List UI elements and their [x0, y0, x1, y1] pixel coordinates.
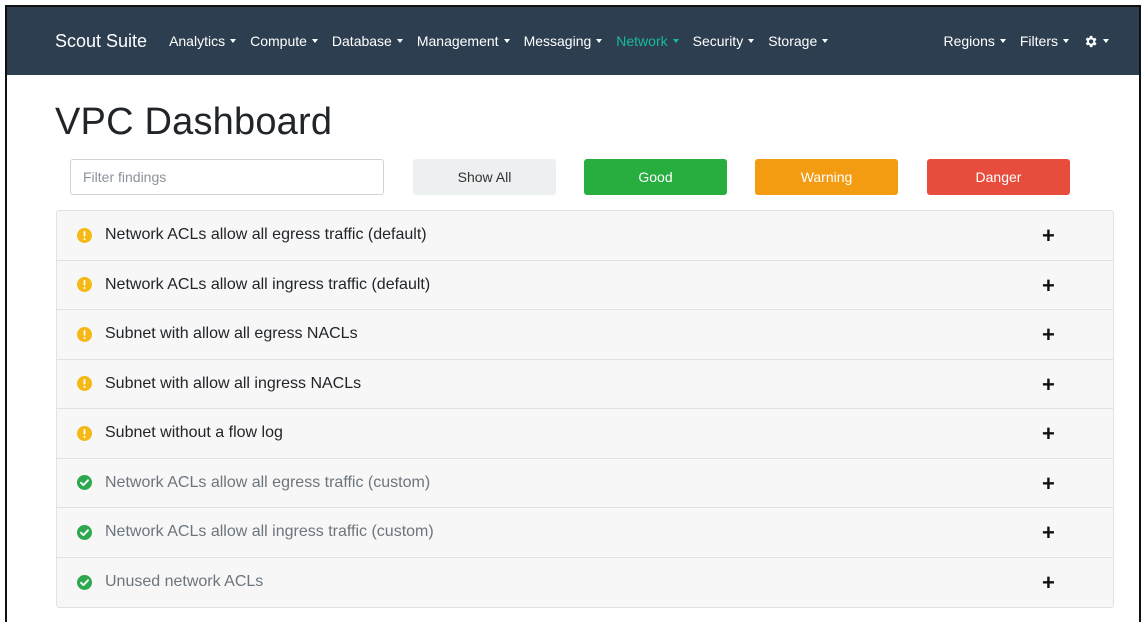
caret-down-icon: [230, 39, 237, 43]
filter-findings-input[interactable]: [70, 159, 384, 195]
expand-plus-icon[interactable]: +: [1042, 472, 1055, 495]
nav-management-label: Management: [416, 33, 499, 49]
finding-row[interactable]: Network ACLs allow all ingress traffic (…: [57, 508, 1113, 558]
finding-label: Subnet without a flow log: [105, 424, 283, 442]
nav-regions[interactable]: Regions: [944, 33, 1006, 49]
caret-down-icon: [503, 39, 510, 43]
nav-analytics-label: Analytics: [169, 33, 226, 49]
finding-label: Network ACLs allow all egress traffic (d…: [105, 226, 427, 244]
app-window: Scout Suite Analytics Compute Database M…: [5, 5, 1141, 622]
gear-icon: [1085, 35, 1097, 47]
finding-label: Network ACLs allow all ingress traffic (…: [105, 275, 431, 293]
check-circle-icon: [77, 574, 92, 590]
caret-down-icon: [822, 39, 829, 43]
finding-label: Network ACLs allow all ingress traffic (…: [105, 523, 434, 541]
check-circle-icon: [77, 475, 92, 491]
expand-plus-icon[interactable]: +: [1042, 225, 1055, 247]
nav-security-label: Security: [692, 33, 744, 49]
nav-compute[interactable]: Compute: [250, 33, 318, 49]
finding-row[interactable]: Subnet without a flow log +: [57, 409, 1113, 459]
nav-messaging[interactable]: Messaging: [524, 33, 603, 49]
nav-security[interactable]: Security: [693, 33, 755, 49]
nav-management[interactable]: Management: [417, 33, 510, 49]
good-button[interactable]: Good: [584, 159, 727, 195]
expand-plus-icon[interactable]: +: [1042, 274, 1055, 297]
finding-row[interactable]: Network ACLs allow all egress traffic (d…: [57, 211, 1113, 261]
expand-plus-icon[interactable]: +: [1042, 522, 1055, 544]
nav-network-label: Network: [616, 33, 668, 49]
finding-label: Unused network ACLs: [105, 573, 264, 591]
finding-label: Subnet with allow all egress NACLs: [105, 325, 358, 343]
caret-down-icon: [1103, 39, 1109, 43]
warning-icon: [77, 376, 92, 392]
nav-regions-label: Regions: [943, 33, 995, 49]
caret-down-icon: [672, 39, 679, 43]
nav-messaging-label: Messaging: [523, 33, 592, 49]
warning-icon: [77, 227, 92, 243]
finding-label: Network ACLs allow all egress traffic (c…: [105, 473, 431, 491]
warning-icon: [77, 425, 92, 441]
nav-storage-label: Storage: [768, 33, 818, 49]
check-circle-icon: [77, 524, 92, 540]
caret-down-icon: [396, 39, 403, 43]
settings-menu[interactable]: [1083, 34, 1109, 49]
warning-icon: [77, 277, 92, 293]
brand-logo[interactable]: Scout Suite: [55, 31, 147, 52]
expand-plus-icon[interactable]: +: [1042, 423, 1055, 445]
nav-compute-label: Compute: [250, 33, 307, 49]
nav-filters-label: Filters: [1019, 33, 1058, 49]
nav-network[interactable]: Network: [616, 33, 679, 49]
finding-row[interactable]: Network ACLs allow all ingress traffic (…: [57, 261, 1113, 310]
caret-down-icon: [311, 39, 318, 43]
caret-down-icon: [1063, 39, 1069, 43]
top-navbar: Scout Suite Analytics Compute Database M…: [7, 7, 1139, 75]
findings-list: Network ACLs allow all egress traffic (d…: [56, 210, 1114, 608]
caret-down-icon: [999, 39, 1006, 43]
nav-database-label: Database: [331, 33, 392, 49]
expand-plus-icon[interactable]: +: [1042, 324, 1055, 346]
finding-row[interactable]: Subnet with allow all egress NACLs +: [57, 310, 1113, 360]
warning-icon: [77, 326, 92, 342]
expand-plus-icon[interactable]: +: [1042, 572, 1055, 594]
nav-filters[interactable]: Filters: [1020, 33, 1069, 49]
nav-analytics[interactable]: Analytics: [169, 33, 237, 49]
nav-database[interactable]: Database: [332, 33, 403, 49]
expand-plus-icon[interactable]: +: [1042, 373, 1055, 396]
warning-button[interactable]: Warning: [755, 159, 898, 195]
show-all-button[interactable]: Show All: [413, 159, 556, 195]
finding-label: Subnet with allow all ingress NACLs: [105, 374, 362, 392]
finding-row[interactable]: Unused network ACLs +: [57, 558, 1113, 608]
page-title: VPC Dashboard: [55, 101, 333, 143]
nav-storage[interactable]: Storage: [768, 33, 829, 49]
finding-row[interactable]: Subnet with allow all ingress NACLs +: [57, 360, 1113, 409]
danger-button[interactable]: Danger: [927, 159, 1070, 195]
caret-down-icon: [748, 39, 755, 43]
finding-row[interactable]: Network ACLs allow all egress traffic (c…: [57, 459, 1113, 508]
caret-down-icon: [596, 39, 603, 43]
